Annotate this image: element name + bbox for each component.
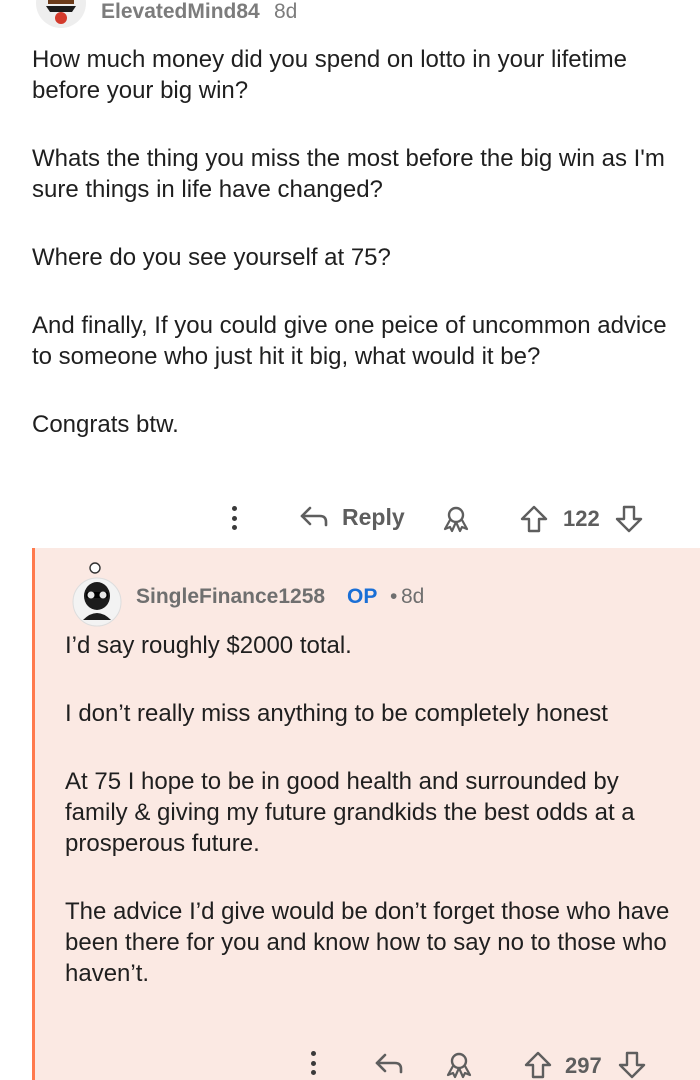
op-badge: OP <box>347 585 378 608</box>
reply-label: Reply <box>342 503 405 530</box>
award-button[interactable] <box>441 505 471 533</box>
parent-timestamp: 8d <box>274 0 298 23</box>
more-icon <box>230 506 238 530</box>
upvote-button[interactable] <box>519 504 549 534</box>
reply-arrow-icon <box>300 506 328 527</box>
reply-paragraph: I’d say roughly $2000 total. <box>65 632 352 659</box>
reply-downvote-button[interactable] <box>617 1050 647 1080</box>
more-options-button[interactable] <box>230 506 238 530</box>
reply-reply-button[interactable] <box>373 1050 405 1078</box>
parent-comment: ElevatedMind84 8d How much money did you… <box>0 0 700 548</box>
reply-award-button[interactable] <box>444 1051 474 1079</box>
reply-vote-count: 297 <box>565 1053 602 1078</box>
reply-more-options-button[interactable] <box>309 1051 317 1075</box>
downvote-icon <box>618 1051 646 1079</box>
parent-paragraph: Congrats btw. <box>32 411 179 438</box>
downvote-icon <box>615 505 643 533</box>
meta-separator: • <box>390 585 398 608</box>
downvote-button[interactable] <box>614 504 644 534</box>
comment-thread: ElevatedMind84 8d How much money did you… <box>0 0 700 1080</box>
reply-avatar[interactable] <box>67 562 127 628</box>
award-icon <box>446 1052 472 1079</box>
upvote-icon <box>524 1051 552 1079</box>
reply-paragraph: The advice I’d give would be don’t forge… <box>65 898 670 987</box>
more-icon <box>309 1051 317 1075</box>
parent-paragraph: Whats the thing you miss the most before… <box>32 145 665 203</box>
reply-upvote-button[interactable] <box>523 1050 553 1080</box>
parent-paragraph: And finally, If you could give one peice… <box>32 312 667 370</box>
parent-paragraph: Where do you see yourself at 75? <box>32 244 391 271</box>
parent-paragraph: How much money did you spend on lotto in… <box>32 46 627 104</box>
reply-arrow-icon <box>375 1053 403 1074</box>
reply-comment: SingleFinance1258 OP • 8d I’d say roughl… <box>32 548 700 1080</box>
award-icon <box>443 506 469 533</box>
reply-paragraph: I don’t really miss anything to be compl… <box>65 700 608 727</box>
parent-username[interactable]: ElevatedMind84 <box>101 0 260 24</box>
parent-avatar[interactable] <box>36 0 86 28</box>
reply-comment-body: I’d say roughly $2000 total. I don’t rea… <box>65 630 675 1026</box>
upvote-icon <box>520 505 548 533</box>
reply-paragraph: At 75 I hope to be in good health and su… <box>65 768 635 857</box>
reply-username[interactable]: SingleFinance1258 <box>136 585 325 609</box>
vote-count: 122 <box>563 506 600 531</box>
reply-button[interactable]: Reply <box>298 503 405 531</box>
parent-comment-body: How much money did you spend on lotto in… <box>32 44 672 477</box>
reply-timestamp: 8d <box>401 585 425 608</box>
